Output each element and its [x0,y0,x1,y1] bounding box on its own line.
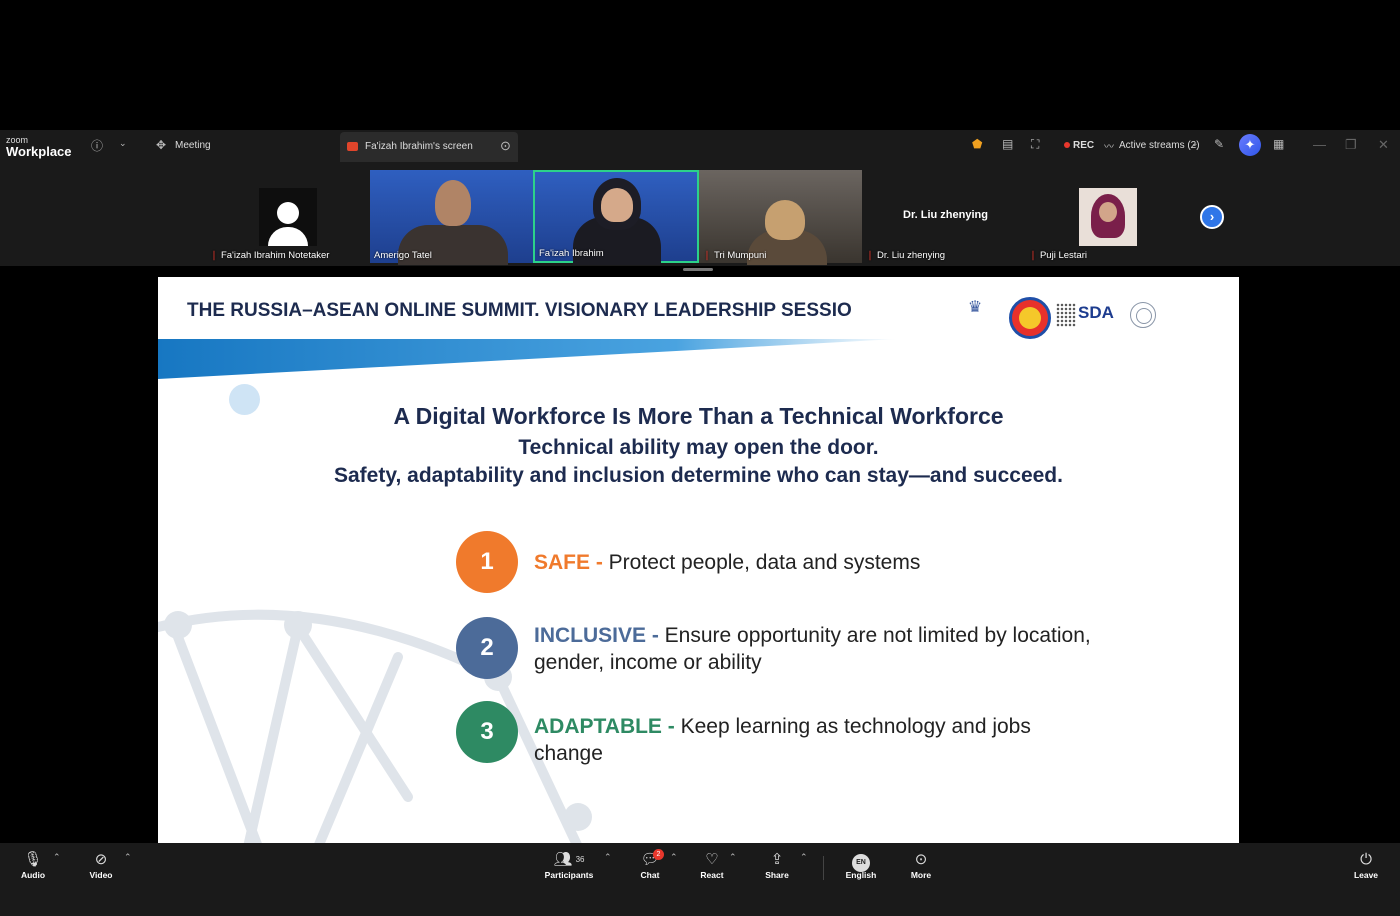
zoom-logo: zoom Workplace [6,135,72,159]
notes-icon[interactable]: ▤ [1002,137,1013,151]
capture-icon[interactable]: ⛶ [1031,137,1039,152]
mic-muted-icon: ❘ [1029,250,1037,261]
participants-button[interactable]: 👥︎ 36 Participants [543,850,595,880]
screen-share-tab-label: Fa'izah Ibrahim's screen [365,141,473,152]
toolbar-separator [823,856,824,880]
participant-name: Fa'izah Ibrahim [539,248,604,259]
streams-icon: 〰 [1104,142,1114,153]
participant-tile[interactable]: ❘ Tri Mumpuni [699,170,862,265]
video-button[interactable]: ⊘ Video [86,850,116,880]
participant-name: ❘ Tri Mumpuni [703,250,767,261]
list-item: SAFE - Protect people, data and systems [534,551,921,574]
avatar-placeholder-icon [259,188,317,246]
shared-screen-slide: THE RUSSIA–ASEAN ONLINE SUMMIT. VISIONAR… [158,277,1239,843]
participants-caret-icon[interactable]: ⌃ [604,852,612,863]
asean-logo [1009,297,1051,339]
mic-muted-icon: 🎙︎ [23,851,43,868]
leave-icon: ⏻ [1360,851,1372,868]
leave-button[interactable]: ⏻ Leave [1352,850,1380,880]
streams-chevron-icon[interactable]: ⌄ [1191,138,1199,149]
language-button[interactable]: EN English [843,850,879,880]
item-number-badge: 2 [456,617,518,679]
participant-tile[interactable]: Amerigo Tatel [370,170,533,265]
ai-companion-icon[interactable]: ✦ [1239,134,1261,156]
participant-display-name: Dr. Liu zhenying [903,209,988,221]
ministry-logo: ♛ [967,299,983,316]
strip-drag-handle[interactable] [683,268,713,271]
slide-title: A Digital Workforce Is More Than a Techn… [393,403,1004,429]
logo-workplace-text: Workplace [6,144,72,159]
pen-icon[interactable]: ✎ [1214,137,1224,151]
slide-subtitle-1: Technical ability may open the door. [518,436,879,459]
share-caret-icon[interactable]: ⌃ [800,852,808,863]
share-screen-icon: ⇪ [770,851,784,868]
chat-unread-badge: 2 [653,849,664,860]
participant-tile[interactable]: ❘ Fa'izah Ibrahim Notetaker [206,170,336,263]
rec-dot-icon [1064,142,1070,148]
chevron-down-icon[interactable]: ⌄ [119,138,127,149]
mic-muted-icon: ❘ [866,250,874,261]
platform-logo [1130,301,1220,331]
language-icon: EN [843,850,879,872]
participants-icon: 👥︎ 36 [553,851,585,868]
screen-share-tab[interactable]: Fa'izah Ibrahim's screen ⊙ [340,132,518,162]
participant-tile[interactable]: ❘ Puji Lestari [1025,170,1190,263]
participant-tile-active-speaker[interactable]: Fa'izah Ibrahim [533,170,699,265]
react-caret-icon[interactable]: ⌃ [729,852,737,863]
close-icon[interactable]: ✕ [1378,137,1389,153]
share-button[interactable]: ⇪ Share [762,850,792,880]
more-options-icon[interactable]: ⊙ [500,138,511,154]
rec-label[interactable]: REC [1073,140,1094,151]
video-off-icon: ⊘ [94,851,108,868]
slide-blue-band [158,339,898,379]
active-streams-label[interactable]: Active streams (2) [1119,140,1200,151]
meeting-people-icon: ✥ [156,138,167,152]
title-bar: zoom Workplace ⓘ ⌄ ✥ Meeting Fa'izah Ibr… [0,130,1400,162]
maximize-icon[interactable]: ❐ [1345,137,1357,153]
slide-subtitle-2: Safety, adaptability and inclusion deter… [334,464,1063,487]
react-button[interactable]: ♡ React [697,850,727,880]
participant-name: ❘ Puji Lestari [1029,250,1087,261]
info-icon[interactable]: ⓘ [91,137,103,154]
screen-share-icon [347,142,358,151]
list-item: ADAPTABLE - Keep learning as technology … [534,715,1031,765]
participant-name: ❘ Fa'izah Ibrahim Notetaker [210,250,330,261]
mic-muted-icon: ❘ [703,250,711,261]
more-dots-icon: ⊙ [914,851,928,868]
heart-icon: ♡ [705,851,719,868]
sda-logo: SDA [1056,301,1126,331]
mic-muted-icon: ❘ [210,250,218,261]
participant-name: Amerigo Tatel [374,250,432,261]
slide-header: THE RUSSIA–ASEAN ONLINE SUMMIT. VISIONAR… [187,300,852,321]
list-item: INCLUSIVE - Ensure opportunity are not l… [534,624,1091,674]
next-page-arrow-icon[interactable]: › [1200,205,1224,229]
more-button[interactable]: ⊙ More [907,850,935,880]
security-shield-icon[interactable]: ⬟ [972,137,982,151]
video-options-caret-icon[interactable]: ⌃ [124,852,132,863]
audio-options-caret-icon[interactable]: ⌃ [53,852,61,863]
clapperboard-icon[interactable]: ▦ [1273,137,1284,151]
audio-button[interactable]: 🎙︎ Audio [18,850,48,880]
chat-caret-icon[interactable]: ⌃ [670,852,678,863]
minimize-icon[interactable]: — [1313,137,1326,152]
item-number-badge: 1 [456,531,518,593]
participant-name: ❘ Dr. Liu zhenying [866,250,946,261]
meeting-tab[interactable]: Meeting [175,140,211,151]
participant-photo [1079,188,1137,246]
item-number-badge: 3 [456,701,518,763]
